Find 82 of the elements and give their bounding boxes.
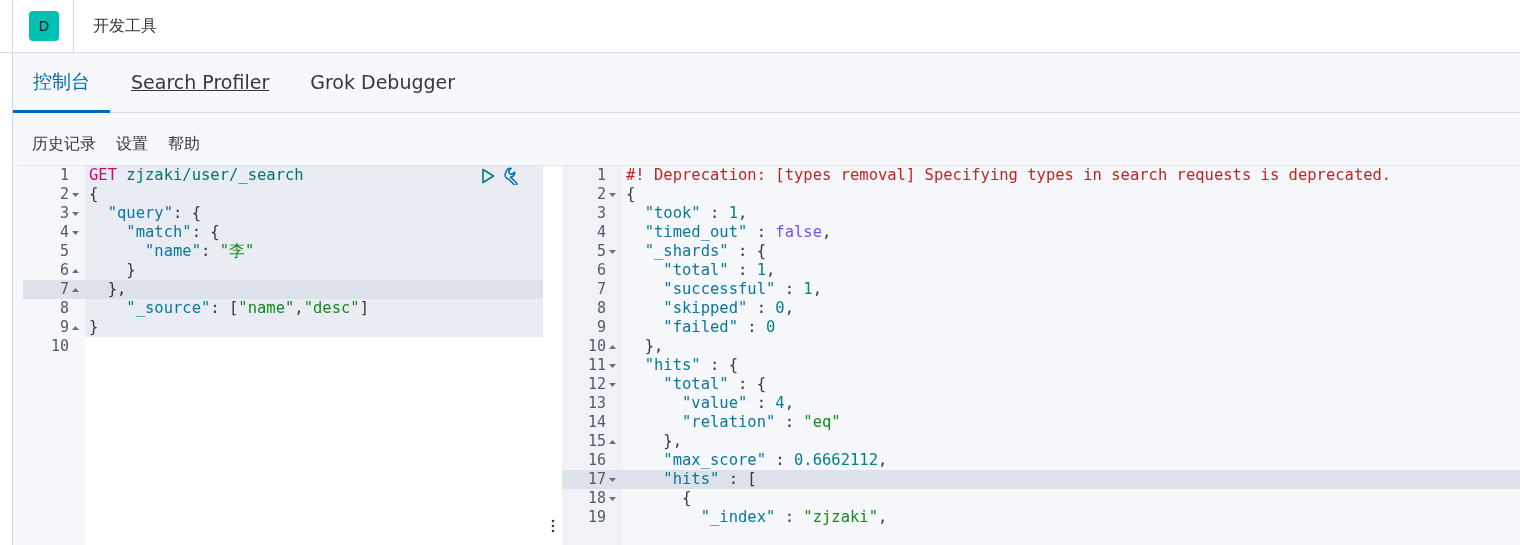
tab[interactable]: Grok Debugger [290,53,476,113]
code-line: "hits" : { [643,356,738,375]
code-line: "relation" : "eq" [681,413,841,432]
line-number: 4 [59,223,69,242]
code-line: "total" : { [662,375,766,394]
line-number: 3 [596,204,606,223]
line-number: 1 [59,166,69,185]
line-number: 17 [587,470,606,489]
fold-arrow-icon[interactable] [608,363,616,368]
code-line: "_index" : "zjzaki", [699,508,888,527]
line-number: 6 [596,261,606,280]
line-number: 6 [59,261,69,280]
line-number: 2 [59,185,69,204]
code-line: "total" : 1, [662,261,776,280]
fold-arrow-icon[interactable] [71,268,79,273]
fold-arrow-icon[interactable] [71,325,79,330]
fold-arrow-icon[interactable] [608,249,616,254]
line-number: 11 [587,356,606,375]
line-number: 9 [596,318,606,337]
menu-link[interactable]: 帮助 [168,134,200,155]
fold-arrow-icon[interactable] [608,477,616,482]
code-line: "value" : 4, [681,394,794,413]
line-number: 18 [587,489,606,508]
code-line: }, [643,337,664,356]
code-line: } [125,261,136,280]
fold-arrow-icon[interactable] [608,439,616,444]
code-line: "max_score" : 0.6662112, [662,451,888,470]
line-number: 2 [596,185,606,204]
request-editor[interactable]: 1 GET zjzaki/user/_search 2 { 3 "query": { 4 "match": { 5 "name": "李" 6 } 7 }, 8 "_source": ["name","desc"] 9 } 10 [23,166,543,545]
line-number: 1 [596,166,606,185]
fold-arrow-icon[interactable] [608,382,616,387]
resize-handle-icon[interactable] [550,519,555,533]
line-number: 4 [596,223,606,242]
code-line: { [626,185,636,204]
code-line: "successful" : 1, [662,280,822,299]
code-line: GET zjzaki/user/_search [89,166,304,185]
line-number: 10 [50,337,69,356]
line-number: 7 [59,280,69,299]
code-line: "query": { [106,204,201,223]
line-number: 10 [587,337,606,356]
line-number: 8 [59,299,69,318]
line-number: 3 [59,204,69,223]
page-title: 开发工具 [93,15,157,37]
fold-arrow-icon[interactable] [71,287,79,292]
code-line: "timed_out" : false, [643,223,832,242]
line-number: 15 [587,432,606,451]
fold-arrow-icon[interactable] [71,192,79,197]
code-line: "name": "李" [144,242,255,261]
fold-arrow-icon[interactable] [71,211,79,216]
line-number: 12 [587,375,606,394]
fold-arrow-icon[interactable] [608,344,616,349]
code-line: "_shards" : { [643,242,766,261]
tab[interactable]: 控制台 [13,53,110,113]
line-number: 13 [587,394,606,413]
tab[interactable]: Search Profiler [111,53,290,113]
line-number: 5 [59,242,69,261]
code-line: { [681,489,692,508]
code-line: { [89,185,99,204]
line-number: 19 [587,508,606,527]
line-number: 16 [587,451,606,470]
fold-arrow-icon[interactable] [608,192,616,197]
line-number: 8 [596,299,606,318]
code-line: "match": { [125,223,220,242]
line-number: 5 [596,242,606,261]
fold-arrow-icon[interactable] [71,230,79,235]
menu-link[interactable]: 历史记录 [32,134,96,155]
app-logo[interactable]: D [29,11,59,41]
code-line: #! Deprecation: [types removal] Specifying types in search requests is deprecated. [626,166,1392,185]
code-line: } [89,318,99,337]
line-number: 9 [59,318,69,337]
code-line: "_source": ["name","desc"] [125,299,369,318]
code-line: }, [106,280,127,299]
line-number: 7 [596,280,606,299]
menu-link[interactable]: 设置 [116,134,148,155]
code-line: "skipped" : 0, [662,299,794,318]
line-number: 14 [587,413,606,432]
code-line: "hits" : [ [662,470,757,489]
code-line: }, [662,432,682,451]
code-line: "failed" : 0 [662,318,776,337]
play-icon[interactable] [481,167,495,184]
fold-arrow-icon[interactable] [608,496,616,501]
code-line: "took" : 1, [643,204,748,223]
